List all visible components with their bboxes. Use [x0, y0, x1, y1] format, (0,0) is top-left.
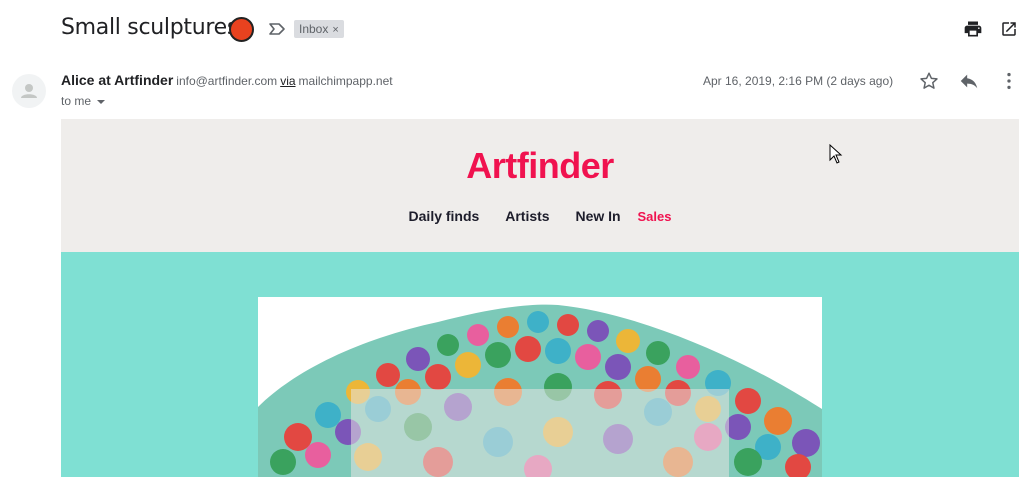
avatar[interactable] [12, 74, 46, 108]
importance-marker [229, 17, 254, 42]
label-icon[interactable] [268, 21, 286, 37]
nav-daily-finds[interactable]: Daily finds [409, 208, 480, 224]
hero-overlay [351, 389, 729, 477]
via-domain: mailchimpapp.net [298, 74, 393, 88]
inbox-label-chip: Inbox × [294, 20, 344, 38]
popout-icon[interactable] [1000, 20, 1018, 38]
chevron-down-icon[interactable] [97, 99, 106, 104]
mouse-cursor-icon [829, 144, 843, 164]
hero-section [61, 252, 1019, 477]
hero-image[interactable] [258, 297, 822, 477]
reply-icon[interactable] [958, 70, 980, 92]
remove-label-button[interactable]: × [332, 24, 338, 36]
email-body: Artfinder Daily finds Artists New In Sal… [61, 119, 1019, 477]
inbox-label-text: Inbox [299, 22, 329, 36]
email-nav: Daily finds Artists New In Sales [61, 208, 1019, 224]
star-icon[interactable] [918, 70, 940, 92]
sender-line: Alice at Artfinder info@artfinder.com via m… [61, 72, 393, 88]
nav-new-in[interactable]: New In [575, 208, 620, 224]
print-icon[interactable] [963, 19, 983, 39]
sender-email: info@artfinder.com [176, 74, 278, 88]
subject-bar: Small sculptures Inbox × [0, 0, 1024, 60]
more-vert-icon[interactable] [998, 70, 1020, 92]
email-date: Apr 16, 2019, 2:16 PM (2 days ago) [703, 74, 894, 88]
recipient-details-toggle[interactable]: to me [61, 94, 106, 108]
sender-name[interactable]: Alice at Artfinder [61, 72, 173, 88]
nav-sales[interactable]: Sales [637, 209, 671, 224]
avatar-icon [21, 84, 37, 98]
email-subject: Small sculptures [61, 15, 239, 40]
email-header: Artfinder Daily finds Artists New In Sal… [61, 119, 1019, 252]
recipient-text: to me [61, 94, 92, 108]
via-link[interactable]: via [280, 74, 295, 88]
artfinder-logo[interactable]: Artfinder [61, 145, 1019, 187]
nav-artists[interactable]: Artists [505, 208, 549, 224]
